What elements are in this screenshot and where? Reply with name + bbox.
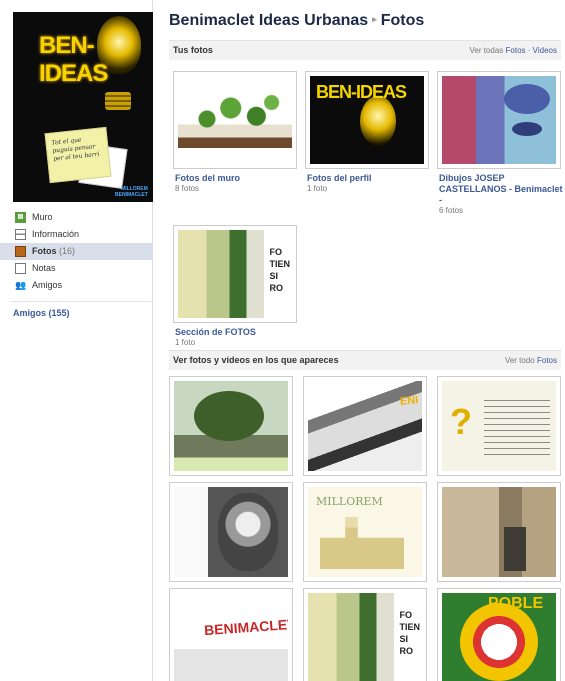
sticky-note-text: Tot el que puguis pensar per al teu barr… [51, 136, 100, 163]
question-mark-icon: ? [450, 401, 472, 442]
view-all-prefix: Ver todo [504, 356, 535, 365]
your-photos-links: Ver todas Fotos · Videos [469, 41, 557, 60]
nav-divider [10, 301, 152, 302]
nav-item-informacion[interactable]: Información [0, 226, 152, 243]
photo-image [308, 381, 422, 471]
link-separator: · [527, 46, 531, 55]
breadcrumb-separator-icon: ▸ [372, 14, 377, 24]
tagged-photos-links: Ver todo Fotos [505, 351, 557, 370]
album-cover-image [178, 76, 292, 164]
friends-count-link[interactable]: Amigos (155) [13, 308, 70, 318]
sticky-note: Tot el que puguis pensar per al teu barr… [44, 126, 112, 184]
album-cover-text: BEN-IDEAS [316, 82, 407, 102]
album-name[interactable]: Fotos del muro [175, 173, 299, 184]
nav-item-label: Amigos [32, 280, 63, 290]
album-thumbnail[interactable] [434, 68, 561, 169]
tagged-photo[interactable] [303, 588, 427, 681]
profile-picture-title: BEN-IDEAS [39, 32, 108, 87]
nav-item-muro[interactable]: ▤ Muro [0, 209, 152, 226]
photo-image [174, 593, 288, 681]
nav-item-label: Fotos [32, 246, 57, 256]
album-thumbnail[interactable]: BEN-IDEAS [302, 68, 429, 169]
page-title-section: Fotos [380, 12, 425, 29]
page-title: Benimaclet Ideas Urbanas ▸ Fotos [169, 12, 424, 30]
profile-brand-text: MILLOREM BENIMACLET [115, 186, 148, 198]
album-count: 1 foto [307, 184, 328, 193]
view-all-prefix: Ver todas [469, 46, 504, 55]
album-cover-image [178, 230, 292, 318]
photo-image [442, 593, 556, 681]
nav-item-notas[interactable]: Notas [0, 260, 152, 277]
album-cover-image: BEN-IDEAS [310, 76, 424, 164]
nav-item-label: Muro [32, 212, 53, 222]
album-count: 8 fotos [175, 184, 200, 193]
photo-image [308, 593, 422, 681]
photo-image [174, 487, 288, 577]
your-photos-header: Tus fotos Ver todas Fotos · Videos [169, 40, 561, 60]
tagged-photo[interactable] [437, 588, 561, 681]
photo-image [442, 487, 556, 577]
nav-item-fotos[interactable]: Fotos (16) [0, 243, 152, 260]
album-name[interactable]: Sección de FOTOS [175, 327, 299, 338]
album-cover-image [442, 76, 556, 164]
lightbulb-base [105, 92, 131, 110]
main-content: Benimaclet Ideas Urbanas ▸ Fotos Tus fotos… [169, 0, 563, 681]
profile-picture[interactable]: BEN-IDEAS Tot el que puguis pensar per a… [13, 12, 153, 202]
info-icon [15, 229, 26, 240]
page-title-name[interactable]: Benimaclet Ideas Urbanas [169, 12, 368, 29]
tagged-photos-title: Ver fotos y vídeos en los que apareces [173, 355, 339, 365]
lightbulb-image [360, 96, 396, 146]
your-photos-title: Tus fotos [173, 45, 213, 55]
album-thumbnail[interactable] [170, 68, 297, 169]
tagged-photo[interactable] [169, 588, 293, 681]
photo-image: ? [442, 381, 556, 471]
album-thumbnail[interactable] [170, 222, 297, 323]
photo-icon [15, 246, 26, 257]
album-count: 1 foto [175, 338, 196, 347]
view-all-videos-link[interactable]: Videos [533, 46, 557, 55]
nav-item-label: Notas [32, 263, 56, 273]
notes-icon [15, 263, 26, 274]
tagged-photo[interactable] [169, 482, 293, 582]
left-column: BEN-IDEAS Tot el que puguis pensar per a… [0, 0, 153, 681]
profile-nav: ▤ Muro Información Fotos (16) Notas 👥 Am… [0, 209, 152, 294]
album-count: 6 fotos [439, 206, 464, 215]
friends-icon: 👥 [15, 280, 27, 290]
wall-icon: ▤ [15, 212, 26, 223]
nav-item-label: Información [32, 229, 80, 239]
tagged-photo[interactable] [169, 376, 293, 476]
tagged-photo[interactable]: ? [437, 376, 561, 476]
tagged-photo[interactable] [437, 482, 561, 582]
tagged-photo[interactable] [303, 482, 427, 582]
nav-item-amigos[interactable]: 👥 Amigos [0, 277, 152, 294]
photo-image [308, 487, 422, 577]
tagged-photo[interactable] [303, 376, 427, 476]
view-all-tagged-photos-link[interactable]: Fotos [537, 356, 557, 365]
tagged-photos-header: Ver fotos y vídeos en los que apareces V… [169, 350, 561, 370]
album-name[interactable]: Dibujos JOSEP CASTELLANOS - Benimaclet - [439, 173, 563, 206]
album-name[interactable]: Fotos del perfil [307, 173, 431, 184]
nav-item-count: (16) [59, 246, 76, 256]
photo-image [174, 381, 288, 471]
view-all-photos-link[interactable]: Fotos [506, 46, 526, 55]
poster-text-lines [484, 395, 550, 455]
